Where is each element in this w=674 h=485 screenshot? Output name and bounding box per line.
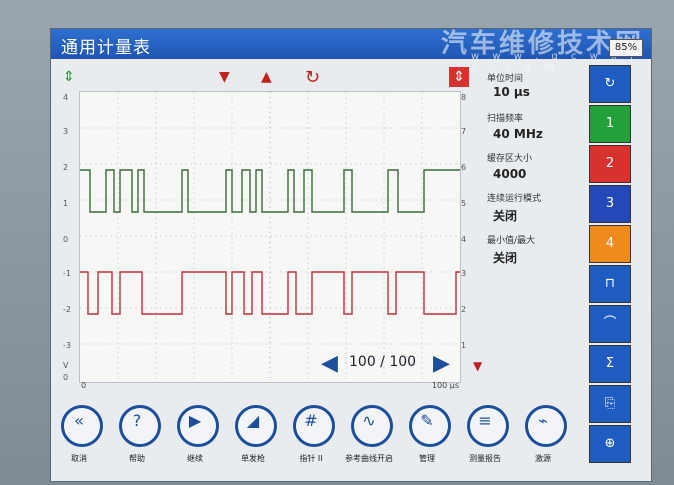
left-tick: V bbox=[63, 361, 69, 370]
help-button[interactable]: ? 帮助 bbox=[109, 401, 165, 475]
reference-curve-label: 参考曲线开启 bbox=[345, 454, 393, 463]
minmax-label: 最小值/最大 bbox=[487, 236, 536, 246]
zoom-icon[interactable]: ⊕ bbox=[589, 425, 631, 463]
device-bezel: 通用计量表 汽车维修技术网 w w w . q c w x j s . c o … bbox=[0, 0, 674, 485]
reference-curve-button[interactable]: ∿ 参考曲线开启 bbox=[341, 401, 397, 475]
left-tick: 3 bbox=[63, 127, 69, 136]
right-tick: 5 bbox=[461, 199, 467, 208]
battery-indicator: 85% bbox=[609, 39, 643, 57]
source-label: 激源 bbox=[535, 454, 551, 463]
left-tick: 0 bbox=[63, 373, 69, 382]
report-glyph: ≡ bbox=[478, 411, 492, 430]
bottom-toolbar: « 取消 ? 帮助 ▶ 继续 ◢ 单发枪 # 指针 II ∿ 参考曲线开启 ✎ … bbox=[51, 401, 581, 481]
left-tick: 0 bbox=[63, 235, 69, 244]
left-tick: 1 bbox=[63, 199, 69, 208]
unit-time-value[interactable]: 10 μs bbox=[493, 85, 530, 99]
title-bar: 通用计量表 汽车维修技术网 w w w . q c w x j s . c o … bbox=[51, 29, 651, 73]
scope-toolbar: ⇕ ▼ ▲ ↻ ⇕ bbox=[51, 65, 471, 89]
manage-label: 管理 bbox=[419, 454, 435, 463]
scan-rate-label: 扫描频率 bbox=[487, 114, 524, 124]
marker-down-icon[interactable]: ▼ bbox=[473, 359, 482, 373]
source-button[interactable]: ⌁ 激源 bbox=[515, 401, 571, 475]
save-icon[interactable]: ⎘ bbox=[589, 385, 631, 423]
page-counter: 100 / 100 bbox=[349, 354, 417, 370]
next-page-button[interactable]: ▶ bbox=[433, 351, 450, 376]
screen: 通用计量表 汽车维修技术网 w w w . q c w x j s . c o … bbox=[50, 28, 652, 482]
left-tick: -1 bbox=[63, 269, 71, 278]
report-button[interactable]: ≡ 测量报告 bbox=[457, 401, 513, 475]
trigger-icon[interactable]: ⌒ bbox=[589, 305, 631, 343]
right-tick: 6 bbox=[461, 163, 467, 172]
unit-time-label: 单位时间 bbox=[487, 74, 524, 84]
left-tick: 4 bbox=[63, 93, 69, 102]
channel-sidebar: ↻ 1 2 3 4 ⊓ ⌒ Σ ⎘ ⊕ bbox=[589, 65, 633, 475]
scan-rate-value: 40 MHz bbox=[493, 127, 543, 141]
single-shot-label: 单发枪 bbox=[241, 454, 265, 463]
time-axis-end: 100 μs bbox=[431, 381, 459, 390]
channel-green-trace bbox=[80, 169, 460, 213]
manage-glyph: ✎ bbox=[420, 411, 434, 430]
manage-button[interactable]: ✎ 管理 bbox=[399, 401, 455, 475]
continuous-mode-value[interactable]: 关闭 bbox=[493, 207, 517, 224]
time-axis-start: 0 bbox=[81, 381, 87, 390]
channel-updown-button[interactable]: ⇕ bbox=[449, 67, 469, 87]
trigger-marker-icon[interactable]: ⇕ bbox=[63, 69, 75, 85]
single-shot-button[interactable]: ◢ 单发枪 bbox=[225, 401, 281, 475]
single-shot-glyph: ◢ bbox=[246, 411, 260, 430]
time-axis: 0 100 μs bbox=[79, 381, 459, 393]
math-icon[interactable]: Σ bbox=[589, 345, 631, 383]
continuous-mode-label: 连续运行模式 bbox=[487, 194, 542, 204]
cursor-button[interactable]: # 指针 II bbox=[283, 401, 339, 475]
right-tick: 7 bbox=[461, 127, 467, 136]
cancel-glyph: « bbox=[74, 411, 84, 430]
right-tick: 2 bbox=[461, 305, 467, 314]
waveform-svg bbox=[80, 92, 460, 382]
measure-icon[interactable]: ⊓ bbox=[589, 265, 631, 303]
waveform-plot[interactable] bbox=[79, 91, 461, 383]
report-label: 测量报告 bbox=[469, 454, 501, 463]
help-label: 帮助 bbox=[129, 454, 145, 463]
right-tick: 4 bbox=[461, 235, 467, 244]
right-tick: 3 bbox=[461, 269, 467, 278]
right-tick: 8 bbox=[461, 93, 467, 102]
scale-down-button[interactable]: ▼ bbox=[219, 69, 230, 85]
left-tick: 2 bbox=[63, 163, 69, 172]
channel-3-button[interactable]: 3 bbox=[589, 185, 631, 223]
reset-icon[interactable]: ↻ bbox=[305, 67, 320, 88]
scale-up-button[interactable]: ▲ bbox=[261, 69, 272, 85]
buffer-value: 4000 bbox=[493, 167, 527, 181]
right-tick: 1 bbox=[461, 341, 467, 350]
prev-page-button[interactable]: ◀ bbox=[321, 351, 338, 376]
rotate-button[interactable]: ↻ bbox=[589, 65, 631, 103]
channel-1-button[interactable]: 1 bbox=[589, 105, 631, 143]
minmax-value[interactable]: 关闭 bbox=[493, 249, 517, 266]
left-axis: 4 3 2 1 0 -1 -2 -3 V 0 bbox=[63, 91, 77, 382]
reference-curve-glyph: ∿ bbox=[362, 411, 376, 430]
continue-button[interactable]: ▶ 继续 bbox=[167, 401, 223, 475]
channel-2-button[interactable]: 2 bbox=[589, 145, 631, 183]
continue-label: 继续 bbox=[187, 454, 203, 463]
continue-glyph: ▶ bbox=[188, 411, 202, 430]
cancel-label: 取消 bbox=[71, 454, 87, 463]
channel-4-button[interactable]: 4 bbox=[589, 225, 631, 263]
left-tick: -2 bbox=[63, 305, 71, 314]
app-title: 通用计量表 bbox=[61, 38, 151, 58]
cursor-glyph: # bbox=[304, 411, 318, 430]
cursor-label: 指针 II bbox=[299, 454, 323, 463]
left-tick: -3 bbox=[63, 341, 71, 350]
page-navigator: ◀ 100 / 100 ▶ bbox=[321, 351, 461, 377]
buffer-label: 缓存区大小 bbox=[487, 154, 533, 164]
right-axis: 8 7 6 5 4 3 2 1 bbox=[461, 91, 475, 381]
source-glyph: ⌁ bbox=[538, 411, 548, 430]
help-glyph: ? bbox=[132, 411, 142, 430]
scope-settings-panel: 单位时间 10 μs 扫描频率 40 MHz 缓存区大小 4000 连续运行模式… bbox=[483, 67, 583, 297]
cancel-button[interactable]: « 取消 bbox=[51, 401, 107, 475]
